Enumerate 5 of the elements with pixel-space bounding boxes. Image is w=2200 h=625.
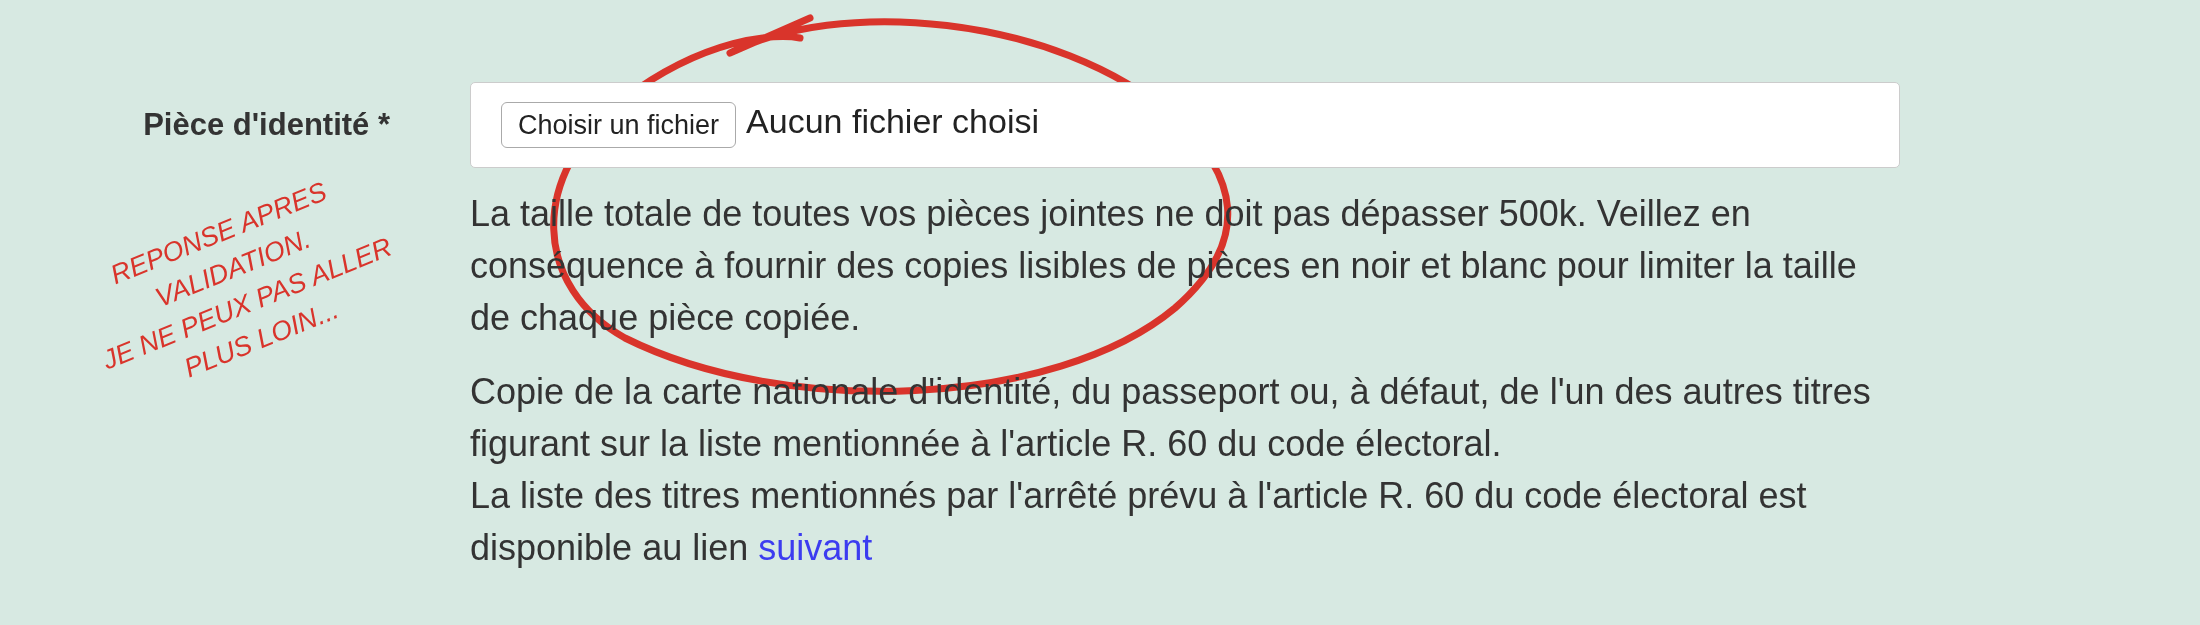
field-label: Pièce d'identité * <box>143 106 390 144</box>
link[interactable]: suivant <box>758 527 873 568</box>
choose-file-button[interactable]: Choisir un fichier <box>501 102 737 148</box>
file-status-text: Aucun fichier choisi <box>746 100 1039 142</box>
file-input-field[interactable]: Choisir un fichier Aucun fichier choisi <box>470 82 1900 168</box>
